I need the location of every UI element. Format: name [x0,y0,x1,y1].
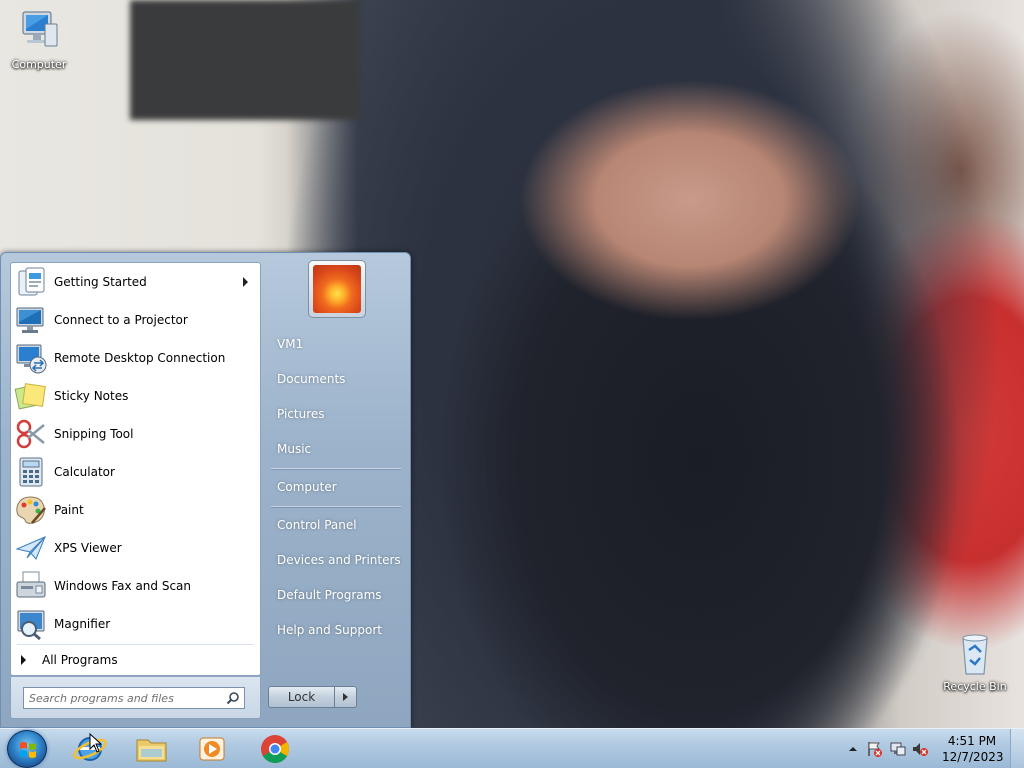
clock-date: 12/7/2023 [942,750,1004,764]
mouse-cursor-icon [89,733,103,753]
volume-muted-icon[interactable] [911,740,929,761]
program-calculator[interactable]: Calculator [11,453,260,491]
start-item-label: Computer [277,480,337,494]
program-label: Remote Desktop Connection [54,351,226,365]
show-desktop-button[interactable] [1010,729,1024,768]
user-picture[interactable] [308,260,366,318]
lock-button-group: Lock [268,686,358,708]
separator [271,468,401,469]
program-sticky-notes[interactable]: Sticky Notes [11,377,260,415]
start-item-music[interactable]: Music [267,434,405,464]
search-box[interactable] [23,687,245,709]
program-connect-projector[interactable]: Connect to a Projector [11,301,260,339]
search-icon[interactable] [226,691,240,705]
lock-button[interactable]: Lock [268,686,335,708]
start-item-devices-printers[interactable]: Devices and Printers [267,545,405,575]
program-paint[interactable]: Paint [11,491,260,529]
program-label: XPS Viewer [54,541,122,555]
desktop-icon-computer[interactable]: Computer [1,8,77,71]
projector-icon [14,303,48,337]
system-tray: 4:51 PM 12/7/2023 [834,729,1024,768]
scissors-icon [14,417,48,451]
shutdown-options-button[interactable] [335,686,357,708]
separator [17,644,254,645]
media-player-icon [199,737,225,761]
remote-desktop-icon [14,341,48,375]
start-item-label: Music [277,442,312,456]
lock-label: Lock [287,690,316,704]
desktop-icon-label: Computer [11,58,67,71]
search-input[interactable] [29,691,219,705]
program-label: Calculator [54,465,115,479]
recycle-bin-icon [951,630,999,678]
start-item-documents[interactable]: Documents [267,364,405,394]
clock[interactable]: 4:51 PM 12/7/2023 [942,733,1004,765]
start-menu: Getting Started Connect to a Projector R… [0,252,411,728]
computer-icon [15,8,63,56]
program-label: Sticky Notes [54,389,129,403]
program-label: Connect to a Projector [54,313,188,327]
network-icon[interactable] [889,740,907,761]
program-label: Paint [54,503,84,517]
program-label: Magnifier [54,617,111,631]
taskbar-file-explorer[interactable] [122,731,180,767]
start-item-computer[interactable]: Computer [267,472,405,502]
start-item-label: Devices and Printers [277,553,401,567]
start-item-label: Documents [277,372,346,386]
calculator-icon [14,455,48,489]
start-item-default-programs[interactable]: Default Programs [267,580,405,610]
separator [271,506,401,507]
program-snipping-tool[interactable]: Snipping Tool [11,415,260,453]
chrome-icon [261,735,289,763]
submenu-arrow-icon[interactable] [243,277,248,287]
start-menu-programs-pane: Getting Started Connect to a Projector R… [10,262,261,676]
clock-time: 4:51 PM [947,734,997,748]
program-getting-started[interactable]: Getting Started [11,263,260,301]
desktop-icon-recycle-bin[interactable]: Recycle Bin [937,630,1013,693]
sticky-notes-icon [14,379,48,413]
program-label: Snipping Tool [54,427,134,441]
taskbar: 4:51 PM 12/7/2023 [0,728,1024,768]
windows-logo-icon [20,742,36,758]
wallpaper-shape [130,0,360,120]
start-item-label: Control Panel [277,518,357,532]
expand-arrow-icon [21,655,26,665]
program-magnifier[interactable]: Magnifier [11,605,260,643]
paint-palette-icon [14,493,48,527]
start-item-control-panel[interactable]: Control Panel [267,510,405,540]
start-item-label: Default Programs [277,588,382,602]
paper-plane-icon [14,531,48,565]
arrow-right-icon [343,693,348,701]
all-programs-button[interactable]: All Programs [11,647,260,673]
all-programs-label: All Programs [42,653,118,667]
taskbar-media-player[interactable] [183,731,241,767]
program-remote-desktop[interactable]: Remote Desktop Connection [11,339,260,377]
start-item-label: VM1 [277,337,304,351]
file-explorer-icon [136,739,167,762]
start-item-label: Pictures [277,407,325,421]
action-center-icon[interactable] [866,740,884,761]
program-label: Getting Started [54,275,147,289]
start-search-area [10,677,261,719]
start-item-label: Help and Support [277,623,382,637]
start-item-pictures[interactable]: Pictures [267,399,405,429]
desktop-icon-label: Recycle Bin [943,680,1007,693]
program-label: Windows Fax and Scan [54,579,192,593]
program-fax-scan[interactable]: Windows Fax and Scan [11,567,260,605]
taskbar-chrome[interactable] [246,731,304,767]
start-item-vm1[interactable]: VM1 [267,329,405,359]
getting-started-icon [14,265,48,299]
start-button[interactable] [7,730,47,768]
start-item-help-support[interactable]: Help and Support [267,615,405,645]
program-xps-viewer[interactable]: XPS Viewer [11,529,260,567]
flower-avatar-icon [313,265,361,313]
magnifier-icon [14,607,48,641]
fax-icon [14,569,48,603]
show-hidden-icons[interactable] [848,743,858,757]
